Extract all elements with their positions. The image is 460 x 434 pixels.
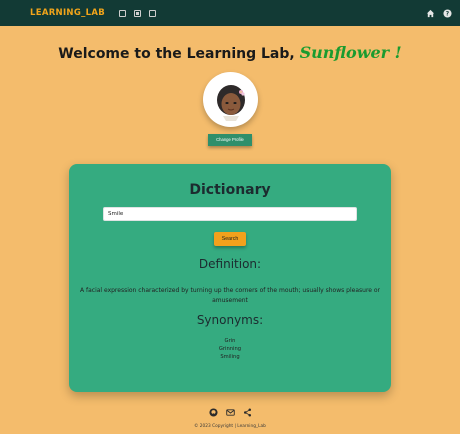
badge-a-icon[interactable]: [134, 9, 142, 17]
change-profile-button[interactable]: Change Profile: [208, 134, 252, 146]
synonyms-heading: Synonyms:: [196, 313, 264, 327]
synonym-item: Grin: [224, 338, 236, 344]
avatar-image: [216, 84, 245, 121]
search-button[interactable]: Search: [214, 232, 246, 246]
home-icon[interactable]: [426, 9, 435, 18]
synonyms-list: Grin Grinning Smiling: [69, 337, 391, 361]
help-icon[interactable]: ?: [443, 8, 452, 18]
definition-text: A facial expression characterized by tur…: [79, 287, 381, 304]
mail-icon[interactable]: [225, 408, 235, 417]
nav-right-icons: ?: [426, 8, 452, 18]
share-icon[interactable]: [243, 408, 252, 417]
welcome-prefix: Welcome to the Learning Lab,: [58, 46, 300, 62]
table-icon[interactable]: [149, 9, 157, 17]
search-input[interactable]: [103, 207, 357, 221]
copyright-text: © 2023 Copyright | Learning_Lab: [194, 424, 266, 429]
welcome-heading: Welcome to the Learning Lab, Sunflower !: [0, 43, 460, 62]
avatar: [203, 72, 258, 127]
brand-logo[interactable]: LEARNING_LAB: [30, 8, 105, 18]
grid-icon[interactable]: [119, 9, 127, 17]
username: Sunflower !: [299, 43, 402, 62]
definition-heading: Definition:: [198, 257, 262, 271]
nav-icon-group: [119, 9, 157, 17]
github-icon[interactable]: [208, 408, 218, 417]
dictionary-card: Dictionary Search Definition: A facial e…: [69, 164, 391, 392]
synonym-item: Grinning: [218, 346, 242, 352]
footer-icons: [0, 408, 460, 417]
dictionary-title: Dictionary: [189, 182, 271, 198]
synonym-item: Smiling: [220, 354, 240, 360]
top-navbar: LEARNING_LAB ?: [0, 0, 460, 26]
